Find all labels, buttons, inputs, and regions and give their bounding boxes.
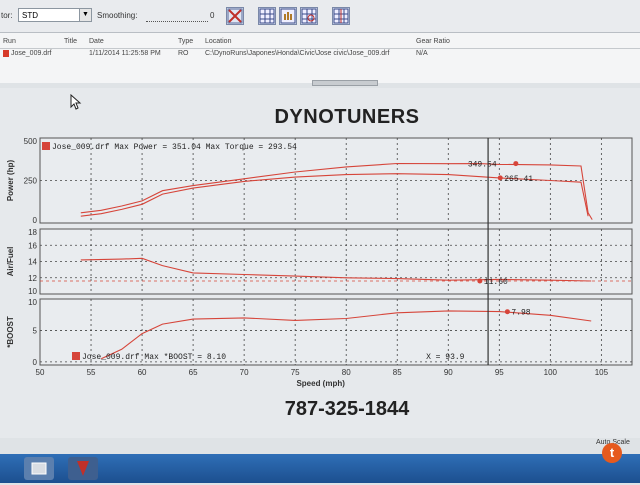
x-tick-label: 95 bbox=[495, 368, 504, 377]
column-title[interactable]: Title bbox=[64, 38, 77, 45]
y-tick-label: 5 bbox=[33, 326, 38, 335]
cursor-readout: X = 93.9 bbox=[426, 353, 465, 362]
app-window-icon[interactable] bbox=[24, 457, 54, 480]
report-phone: 787-325-1844 bbox=[284, 398, 410, 420]
run-date: 1/11/2014 11:25:58 PM bbox=[89, 50, 161, 57]
run-name: Jose_009.drf bbox=[11, 50, 52, 57]
run-type: RO bbox=[178, 50, 189, 57]
column-location[interactable]: Location bbox=[205, 38, 231, 45]
badge-t-icon: t bbox=[602, 443, 622, 463]
smoothing-value: 0 bbox=[210, 11, 215, 20]
profile-combo-value: STD bbox=[22, 11, 38, 20]
x-tick-label: 50 bbox=[36, 368, 45, 377]
taskbar bbox=[0, 454, 640, 483]
data-label: 11.60 bbox=[484, 278, 508, 287]
value-marker bbox=[477, 278, 483, 284]
y-tick-label: 12 bbox=[28, 274, 37, 283]
value-marker bbox=[504, 309, 510, 315]
y-tick-label: 10 bbox=[28, 287, 37, 296]
data-label: 265.41 bbox=[504, 175, 533, 184]
legend-swatch bbox=[72, 352, 80, 360]
y-tick-label: 0 bbox=[33, 216, 38, 225]
y-tick-label: 500 bbox=[24, 137, 38, 146]
value-marker bbox=[497, 175, 503, 181]
pan-hand-icon[interactable] bbox=[279, 7, 297, 25]
y-axis-label: *BOOST bbox=[6, 316, 15, 348]
x-tick-label: 90 bbox=[444, 368, 453, 377]
smoothing-slider[interactable] bbox=[146, 9, 208, 22]
grid-view-icon[interactable] bbox=[258, 7, 276, 25]
zoom-grid-icon[interactable] bbox=[300, 7, 318, 25]
cursor-grid-icon[interactable] bbox=[332, 7, 350, 25]
column-date[interactable]: Date bbox=[89, 38, 104, 45]
data-label: 7.98 bbox=[511, 309, 530, 318]
report-title: DYNOTUNERS bbox=[274, 106, 420, 128]
y-tick-label: 18 bbox=[28, 228, 37, 237]
dyno-report: DYNOTUNERS 500 250 0 Power (hp) 349.54 265.41… bbox=[0, 88, 640, 438]
y-tick-label: 0 bbox=[33, 358, 38, 367]
mouse-pointer-icon bbox=[70, 94, 82, 110]
run-location: C:\DynoRuns\Japones\Honda\Civic\Jose civ… bbox=[205, 50, 390, 57]
x-tick-label: 65 bbox=[189, 368, 198, 377]
legend-text: Jose_009.drf Max *BOOST = 8.10 bbox=[82, 353, 226, 362]
toolbar: tor: STD ▼ Smoothing: 0 bbox=[0, 0, 640, 33]
data-label: 349.54 bbox=[468, 161, 497, 170]
clear-graph-icon[interactable] bbox=[226, 7, 244, 25]
profile-combo[interactable]: STD ▼ bbox=[18, 8, 92, 22]
run-gear-ratio: N/A bbox=[416, 50, 428, 57]
y-tick-label: 250 bbox=[24, 177, 38, 186]
y-tick-label: 10 bbox=[28, 298, 37, 307]
x-tick-label: 80 bbox=[342, 368, 351, 377]
toolbar-label: tor: bbox=[1, 11, 13, 20]
x-axis-label: Speed (mph) bbox=[296, 379, 345, 388]
x-tick-label: 55 bbox=[87, 368, 96, 377]
legend-text: Jose_009.drf Max Power = 351.04 Max Torq… bbox=[52, 143, 297, 152]
run-list-header: Run Title Date Type Location Gear Ratio bbox=[0, 37, 640, 49]
y-axis-label: Air/Fuel bbox=[6, 247, 15, 277]
dyno-chart: 5002500Power (hp) 349.54265.41Jose_009.dr… bbox=[6, 137, 633, 388]
y-tick-label: 14 bbox=[28, 258, 37, 267]
chevron-down-icon[interactable]: ▼ bbox=[79, 9, 91, 21]
smoothing-label: Smoothing: bbox=[97, 11, 138, 20]
run-list: Run Title Date Type Location Gear Ratio … bbox=[0, 33, 640, 83]
x-tick-label: 60 bbox=[138, 368, 147, 377]
column-gear-ratio[interactable]: Gear Ratio bbox=[416, 38, 450, 45]
value-marker bbox=[513, 161, 519, 167]
x-tick-label: 70 bbox=[240, 368, 249, 377]
legend-swatch bbox=[42, 142, 50, 150]
y-tick-label: 16 bbox=[28, 241, 37, 250]
x-tick-label: 75 bbox=[291, 368, 300, 377]
x-tick-label: 100 bbox=[544, 368, 558, 377]
column-type[interactable]: Type bbox=[178, 38, 193, 45]
dyno-app-icon[interactable] bbox=[68, 457, 98, 480]
x-tick-label: 105 bbox=[595, 368, 609, 377]
y-axis-label: Power (hp) bbox=[6, 160, 15, 202]
x-tick-label: 85 bbox=[393, 368, 402, 377]
pane-splitter[interactable] bbox=[312, 80, 378, 86]
column-run[interactable]: Run bbox=[3, 38, 16, 45]
run-color-icon bbox=[3, 50, 9, 57]
